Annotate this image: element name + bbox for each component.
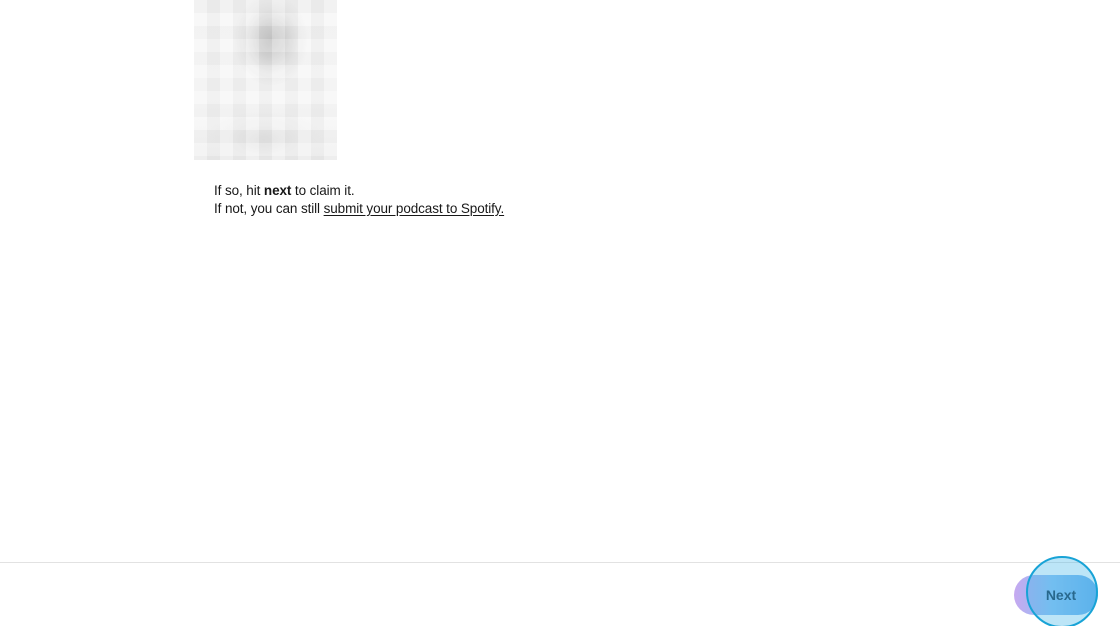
podcast-cover-art — [194, 0, 337, 160]
next-button[interactable]: Next — [1014, 575, 1098, 615]
submit-line-prefix: If not, you can still — [214, 200, 324, 216]
claim-instructions: If so, hit next to claim it. If not, you… — [214, 182, 504, 217]
claim-line-suffix: to claim it. — [291, 183, 355, 198]
claim-podcast-page: If so, hit next to claim it. If not, you… — [0, 0, 1120, 626]
claim-line-emphasis: next — [263, 183, 292, 198]
submit-line: If not, you can still submit your podcas… — [214, 200, 504, 218]
cover-art-blur — [194, 0, 337, 160]
footer-divider — [0, 562, 1120, 563]
claim-line: If so, hit next to claim it. — [214, 182, 504, 200]
claim-line-prefix: If so, hit — [214, 183, 264, 198]
submit-podcast-link[interactable]: submit your podcast to Spotify. — [324, 201, 505, 216]
